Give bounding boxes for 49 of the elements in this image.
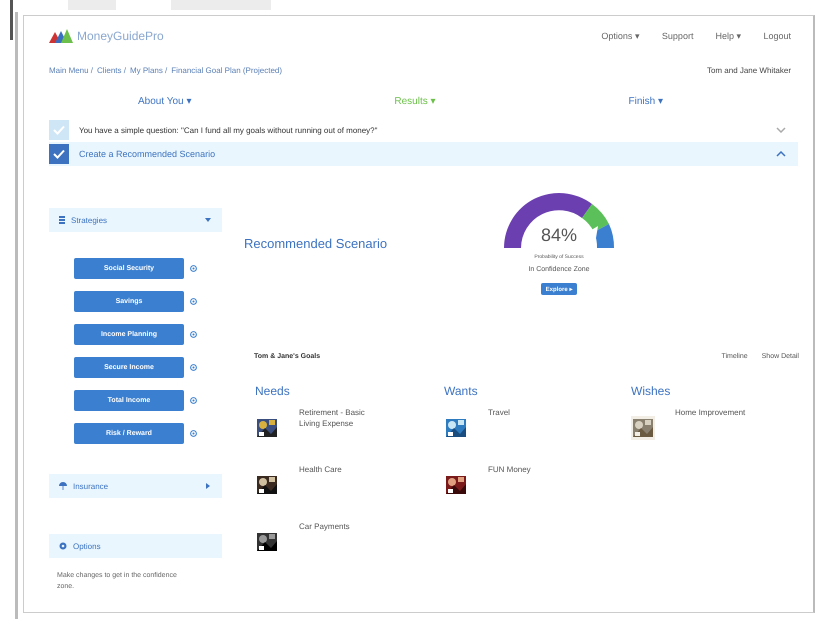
section-title: Insurance <box>73 482 108 490</box>
chevron-down-icon[interactable] <box>204 216 212 224</box>
check-icon <box>53 149 65 159</box>
column-title: Needs <box>255 384 291 398</box>
logo-text: MoneyGuidePro <box>77 29 164 43</box>
breadcrumb-link[interactable]: My Plans / <box>130 66 168 74</box>
info-icon[interactable] <box>190 331 197 338</box>
goal-name[interactable]: Travel <box>488 408 568 419</box>
info-icon[interactable] <box>190 298 197 305</box>
column-title: Wishes <box>631 384 672 398</box>
chevron-up-icon[interactable] <box>776 151 786 157</box>
goal-name[interactable]: Car Payments <box>299 522 379 533</box>
step-title[interactable]: Create a Recommended Scenario <box>79 149 216 159</box>
section-header[interactable]: Options <box>49 534 222 558</box>
section-title: Options <box>73 542 101 550</box>
breadcrumb-link[interactable]: Main Menu / <box>49 66 94 74</box>
list-icon <box>59 216 65 224</box>
section-header[interactable]: Strategies <box>49 208 222 232</box>
section-title: Recommended Scenario <box>244 236 388 253</box>
info-icon[interactable] <box>190 430 197 437</box>
breadcrumb-link[interactable]: Clients / <box>97 66 126 74</box>
umbrella-icon <box>59 482 67 490</box>
nav-link[interactable]: Options ▾ <box>601 31 640 41</box>
check-icon <box>53 125 65 135</box>
info-icon[interactable] <box>190 265 197 272</box>
info-icon[interactable] <box>190 364 197 371</box>
user-name[interactable]: Tom and Jane Whitaker <box>706 66 791 74</box>
chevron-right-icon[interactable] <box>204 482 212 490</box>
section-title: Strategies <box>71 216 108 224</box>
section-header[interactable]: Insurance <box>49 474 222 498</box>
chevron-down-icon[interactable] <box>776 127 786 133</box>
checkbox[interactable] <box>49 120 69 140</box>
nav-link[interactable]: Help ▾ <box>715 31 742 41</box>
goal-name[interactable]: Health Care <box>299 465 379 476</box>
checkbox[interactable] <box>49 144 69 164</box>
gear-icon <box>59 542 67 550</box>
goal-name[interactable]: Home Improvement <box>675 408 755 419</box>
tab[interactable]: About You ▾ <box>134 93 196 109</box>
step-title[interactable]: You have a simple question: "Can I fund all my goals without running out of money?" <box>79 126 378 134</box>
info-icon[interactable] <box>190 397 197 404</box>
tab[interactable]: Finish ▾ <box>624 93 667 109</box>
breadcrumb-link[interactable]: Financial Goal Plan (Projected) <box>171 66 282 74</box>
logo-icon <box>49 29 73 43</box>
gauge-value: 84% <box>540 225 578 246</box>
nav-link[interactable]: Support <box>662 31 694 41</box>
nav-link[interactable]: Logout <box>763 31 791 41</box>
column-title: Wants <box>444 384 479 398</box>
goal-name[interactable]: Retirement - Basic Living Expense <box>299 408 379 430</box>
goal-name[interactable]: FUN Money <box>488 465 568 476</box>
